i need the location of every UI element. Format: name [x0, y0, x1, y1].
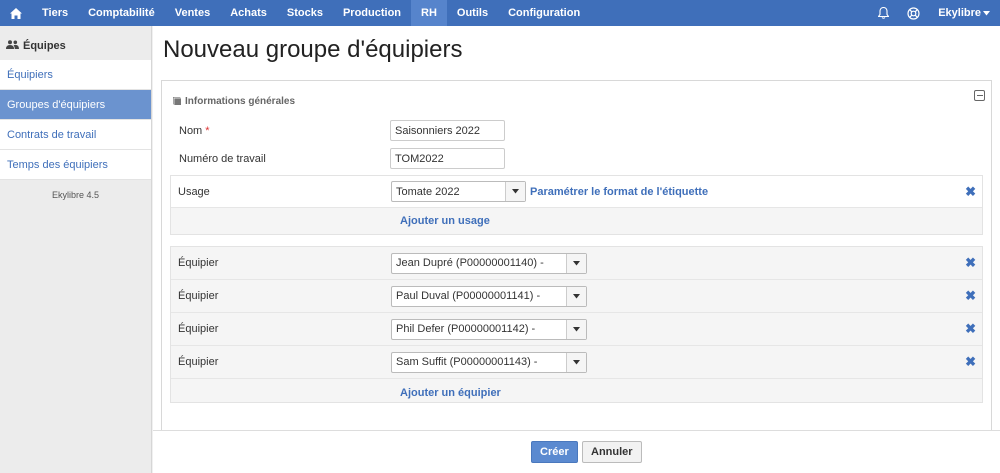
- home-icon: [10, 7, 22, 19]
- worker-select[interactable]: Jean Dupré (P00000001140) -: [391, 252, 587, 274]
- top-nav-bar: Tiers Comptabilité Ventes Achats Stocks …: [0, 0, 1000, 26]
- page-title: Nouveau groupe d'équipiers: [163, 36, 463, 63]
- general-info-panel: Informations générales Nom * Numéro de t…: [161, 80, 992, 444]
- user-name: Ekylibre: [938, 7, 981, 19]
- nav-achats[interactable]: Achats: [220, 0, 277, 26]
- nav-tiers[interactable]: Tiers: [32, 0, 78, 26]
- sidebar: Équipes Équipiers Groupes d'équipiers Co…: [0, 26, 152, 473]
- panel-header: Informations générales: [162, 81, 991, 111]
- name-row: Nom *: [170, 120, 983, 141]
- remove-worker-icon[interactable]: ✖: [965, 288, 976, 304]
- work-number-row: Numéro de travail: [170, 148, 983, 169]
- worker-value: Paul Duval (P00000001141) -: [396, 290, 541, 302]
- sidebar-item-equipiers[interactable]: Équipiers: [0, 60, 151, 90]
- home-button[interactable]: [0, 0, 32, 26]
- collapse-button[interactable]: [974, 90, 985, 101]
- worker-label: Équipier: [178, 257, 219, 269]
- nav-configuration[interactable]: Configuration: [498, 0, 590, 26]
- chevron-down-icon: [566, 253, 586, 273]
- required-mark: *: [205, 124, 210, 137]
- nav-outils[interactable]: Outils: [447, 0, 498, 26]
- worker-select[interactable]: Sam Suffit (P00000001143) -: [391, 351, 587, 373]
- create-button[interactable]: Créer: [531, 441, 578, 463]
- name-input[interactable]: [390, 120, 505, 141]
- label-format-link[interactable]: Paramétrer le format de l'étiquette: [530, 186, 708, 198]
- sidebar-item-contrats[interactable]: Contrats de travail: [0, 120, 151, 150]
- workers-block: Équipier Jean Dupré (P00000001140) - ✖ É…: [170, 246, 983, 403]
- book-icon: [173, 97, 181, 105]
- usage-select[interactable]: Tomate 2022: [391, 181, 526, 202]
- remove-worker-icon[interactable]: ✖: [965, 255, 976, 271]
- usage-row: Usage Tomate 2022 Paramétrer le format d…: [171, 176, 982, 208]
- worker-label: Équipier: [178, 290, 219, 302]
- remove-usage-icon[interactable]: ✖: [965, 184, 976, 200]
- work-number-input[interactable]: [390, 148, 505, 169]
- nav-production[interactable]: Production: [333, 0, 411, 26]
- worker-label: Équipier: [178, 356, 219, 368]
- worker-row: Équipier Phil Defer (P00000001142) - ✖: [171, 313, 982, 346]
- chevron-down-icon: [566, 319, 586, 339]
- caret-down-icon: [983, 10, 990, 15]
- remove-worker-icon[interactable]: ✖: [965, 321, 976, 337]
- chevron-down-icon: [566, 352, 586, 372]
- worker-row: Équipier Paul Duval (P00000001141) - ✖: [171, 280, 982, 313]
- nav-ventes[interactable]: Ventes: [165, 0, 220, 26]
- usage-label: Usage: [178, 185, 210, 198]
- name-label: Nom *: [179, 124, 210, 137]
- sidebar-item-groupes[interactable]: Groupes d'équipiers: [0, 90, 151, 120]
- panel-title: Informations générales: [185, 95, 296, 107]
- help-button[interactable]: [898, 0, 928, 26]
- add-worker-link[interactable]: Ajouter un équipier: [400, 387, 501, 399]
- worker-label: Équipier: [178, 323, 219, 335]
- app-version: Ekylibre 4.5: [51, 190, 100, 200]
- sidebar-item-temps[interactable]: Temps des équipiers: [0, 150, 151, 180]
- add-usage-link[interactable]: Ajouter un usage: [400, 215, 490, 227]
- worker-row: Équipier Jean Dupré (P00000001140) - ✖: [171, 247, 982, 280]
- form-actions: Créer Annuler: [153, 430, 1000, 473]
- worker-select[interactable]: Paul Duval (P00000001141) -: [391, 285, 587, 307]
- lifebuoy-icon: [907, 6, 920, 20]
- nav-rh[interactable]: RH: [411, 0, 447, 26]
- remove-worker-icon[interactable]: ✖: [965, 354, 976, 370]
- worker-select[interactable]: Phil Defer (P00000001142) -: [391, 318, 587, 340]
- work-number-label: Numéro de travail: [179, 152, 266, 165]
- nav-stocks[interactable]: Stocks: [277, 0, 333, 26]
- sidebar-title-label: Équipes: [23, 40, 66, 52]
- sidebar-title: Équipes: [0, 26, 151, 60]
- chevron-down-icon: [566, 286, 586, 306]
- cancel-button[interactable]: Annuler: [582, 441, 642, 463]
- main-content: Nouveau groupe d'équipiers Informations …: [153, 26, 1000, 473]
- worker-value: Sam Suffit (P00000001143) -: [396, 356, 538, 368]
- team-icon: [6, 40, 19, 49]
- bell-icon: [877, 7, 889, 19]
- chevron-down-icon: [505, 182, 525, 201]
- usage-value: Tomate 2022: [396, 185, 460, 198]
- worker-value: Jean Dupré (P00000001140) -: [396, 257, 544, 269]
- worker-row: Équipier Sam Suffit (P00000001143) - ✖: [171, 346, 982, 379]
- minus-icon: [976, 95, 983, 96]
- nav-comptabilite[interactable]: Comptabilité: [78, 0, 165, 26]
- notifications-button[interactable]: [868, 0, 898, 26]
- usage-block: Usage Tomate 2022 Paramétrer le format d…: [170, 175, 983, 235]
- user-menu[interactable]: Ekylibre: [928, 7, 1000, 19]
- worker-value: Phil Defer (P00000001142) -: [396, 323, 536, 335]
